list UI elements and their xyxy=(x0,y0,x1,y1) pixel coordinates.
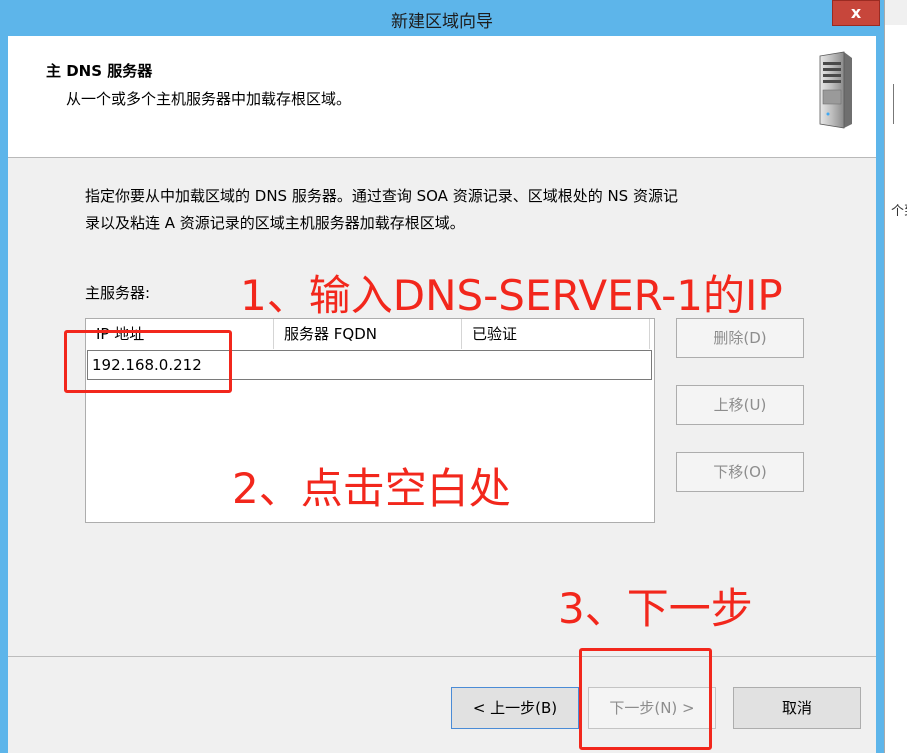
cancel-button[interactable]: 取消 xyxy=(733,687,861,729)
page-subtitle: 从一个或多个主机服务器中加载存根区域。 xyxy=(66,90,352,108)
wizard-header: 主 DNS 服务器 从一个或多个主机服务器中加载存根区域。 xyxy=(8,36,876,158)
window-title: 新建区域向导 xyxy=(391,12,493,32)
annotation-step-2: 2、点击空白处 xyxy=(232,464,511,513)
page-title: 主 DNS 服务器 xyxy=(46,62,153,80)
annotation-step-1: 1、输入DNS-SERVER-1的IP xyxy=(240,271,783,320)
description-line-2: 录以及粘连 A 资源记录的区域主机服务器加载存根区域。 xyxy=(85,214,465,232)
annotation-step-3: 3、下一步 xyxy=(558,584,753,633)
move-down-button[interactable]: 下移(O) xyxy=(676,452,804,492)
server-tower-icon xyxy=(819,51,852,129)
background-window-divider xyxy=(893,84,894,124)
close-button[interactable]: x xyxy=(832,0,880,26)
move-up-button[interactable]: 上移(U) xyxy=(676,385,804,425)
footer-separator xyxy=(8,656,876,657)
description-line-1: 指定你要从中加载区域的 DNS 服务器。通过查询 SOA 资源记录、区域根处的 … xyxy=(85,187,678,205)
primary-servers-label: 主服务器: xyxy=(85,284,151,302)
delete-button[interactable]: 删除(D) xyxy=(676,318,804,358)
background-window-text: 个到 xyxy=(891,204,907,219)
column-header-fqdn[interactable]: 服务器 FQDN xyxy=(274,319,462,349)
description-text: 指定你要从中加载区域的 DNS 服务器。通过查询 SOA 资源记录、区域根处的 … xyxy=(85,183,825,237)
dialog-client-area: 主 DNS 服务器 从一个或多个主机服务器中加载存根区域。 指定你要从中加载区域… xyxy=(8,36,876,753)
annotation-box-next xyxy=(579,648,712,750)
title-bar[interactable]: 新建区域向导 x xyxy=(0,0,884,36)
column-header-verified[interactable]: 已验证 xyxy=(462,319,650,349)
background-window: 个到 xyxy=(884,0,907,753)
annotation-box-ip xyxy=(64,330,232,393)
back-button[interactable]: < 上一步(B) xyxy=(451,687,579,729)
background-window-titlebar xyxy=(885,0,907,25)
